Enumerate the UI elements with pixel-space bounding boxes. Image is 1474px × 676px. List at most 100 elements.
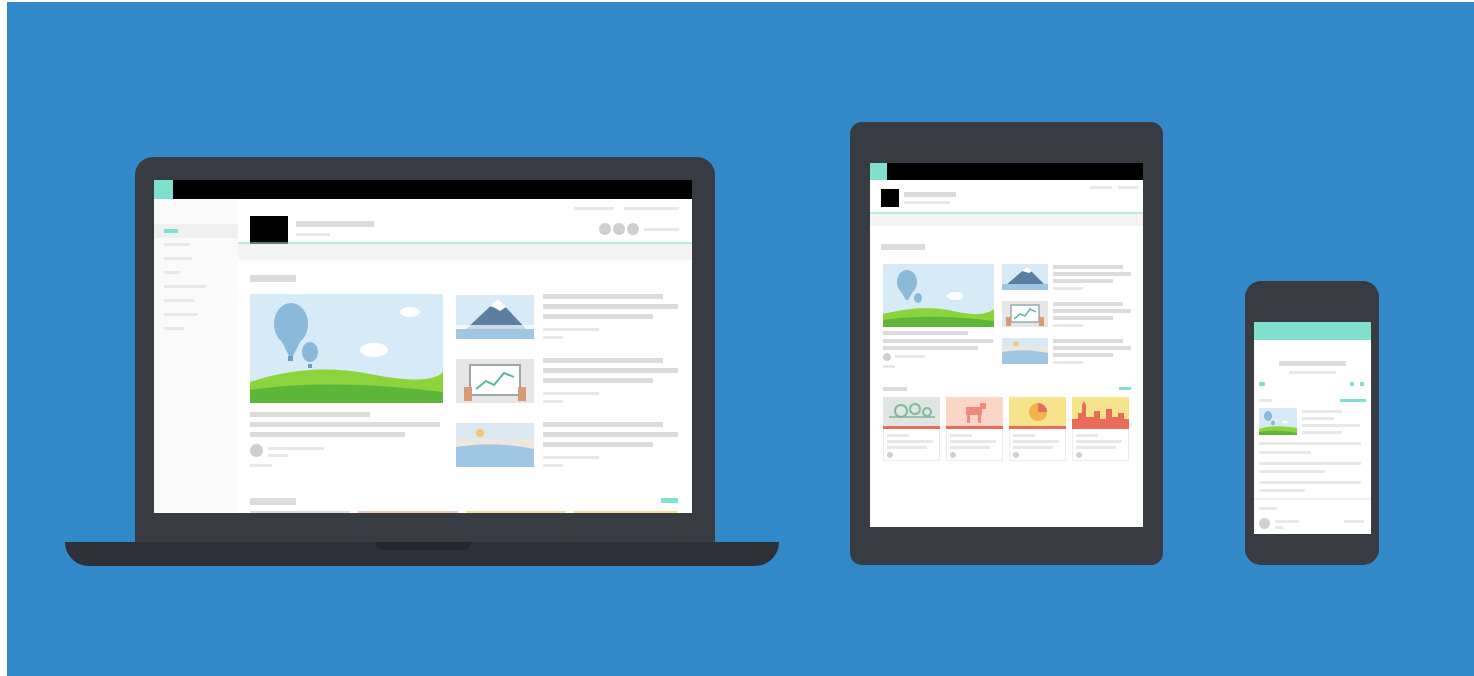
placeholder-line xyxy=(1013,446,1053,449)
pie-chart-icon xyxy=(1009,397,1066,429)
tablet-topbar xyxy=(870,163,1143,180)
placeholder-line xyxy=(1053,316,1113,320)
tablet-see-all xyxy=(1119,387,1131,390)
card-strip xyxy=(250,511,350,513)
beach-icon xyxy=(1002,338,1048,364)
placeholder-line xyxy=(1013,440,1059,443)
balloon-landscape-icon xyxy=(1259,408,1297,435)
placeholder-line xyxy=(250,422,440,427)
chart-screen-icon xyxy=(1002,301,1048,327)
placeholder-line xyxy=(1053,302,1123,306)
placeholder-line xyxy=(1053,346,1131,350)
tablet-header-band xyxy=(870,214,1143,226)
placeholder-line xyxy=(1053,339,1123,343)
placeholder-line xyxy=(1053,309,1131,313)
placeholder-line xyxy=(950,434,972,437)
card-strip xyxy=(466,511,566,513)
placeholder-line xyxy=(543,378,653,383)
phone-screen xyxy=(1254,322,1371,534)
placeholder-line xyxy=(1076,440,1122,443)
laptop-header-band xyxy=(238,244,692,260)
balloon-landscape-icon xyxy=(250,294,443,403)
placeholder-line xyxy=(644,228,679,231)
placeholder-line xyxy=(1344,520,1364,523)
tablet-site-title xyxy=(904,192,956,197)
phone-section-title xyxy=(1259,399,1272,402)
placeholder-line xyxy=(1259,462,1361,465)
laptop-app-logo xyxy=(154,180,173,199)
laptop-author-avatar xyxy=(250,444,263,457)
laptop-nav-item xyxy=(164,285,206,288)
laptop-sidebar xyxy=(154,199,238,513)
placeholder-line xyxy=(1302,417,1334,420)
phone-site-subtitle xyxy=(1289,371,1336,374)
tablet-author-avatar xyxy=(883,353,891,361)
gears-icon xyxy=(883,397,940,429)
placeholder-line xyxy=(895,355,925,358)
laptop-nav-item-active xyxy=(164,229,178,233)
placeholder-line xyxy=(1118,186,1138,189)
placeholder-line xyxy=(250,412,370,417)
placeholder-line xyxy=(543,314,653,319)
placeholder-line xyxy=(1302,424,1360,427)
placeholder-line xyxy=(1259,489,1305,492)
placeholder-line xyxy=(1013,434,1035,437)
laptop-topbar xyxy=(154,180,692,199)
laptop-nav-item xyxy=(164,271,180,274)
laptop-nav-item xyxy=(164,299,194,302)
card-strip xyxy=(574,511,678,513)
card-avatar xyxy=(887,452,893,458)
placeholder-line xyxy=(543,336,563,339)
placeholder-line xyxy=(950,446,990,449)
placeholder-line xyxy=(883,365,895,368)
placeholder-line xyxy=(250,464,272,467)
placeholder-line xyxy=(1053,361,1083,364)
placeholder-line xyxy=(883,331,968,335)
balloon-landscape-icon xyxy=(883,264,994,327)
laptop-screen xyxy=(154,180,692,513)
placeholder-line xyxy=(1053,287,1083,290)
laptop-avatar-icon xyxy=(599,223,611,235)
placeholder-line xyxy=(268,447,324,450)
placeholder-line xyxy=(1053,353,1113,357)
laptop-nav-item xyxy=(164,327,184,330)
tablet-section-title xyxy=(883,387,907,391)
placeholder-line xyxy=(1259,451,1311,454)
tablet-site-subtitle xyxy=(904,201,950,204)
laptop-nav-item xyxy=(164,313,198,316)
placeholder-line xyxy=(543,392,599,395)
placeholder-line xyxy=(624,207,679,210)
tablet-screen xyxy=(870,163,1143,527)
phone-menu-icon xyxy=(1259,382,1265,386)
phone-site-title xyxy=(1279,361,1346,366)
city-skyline-icon xyxy=(1072,397,1129,429)
placeholder-line xyxy=(543,442,653,447)
placeholder-line xyxy=(1259,481,1361,484)
card-strip xyxy=(358,511,458,513)
beach-icon xyxy=(456,423,534,467)
placeholder-line xyxy=(1302,410,1342,413)
laptop-section-title xyxy=(250,275,296,282)
placeholder-line xyxy=(1090,186,1112,189)
tablet-site-logo xyxy=(881,189,899,207)
placeholder-line xyxy=(1053,279,1113,283)
card-avatar xyxy=(1076,452,1082,458)
phone-search-icon xyxy=(1360,382,1364,386)
robot-dog-icon xyxy=(946,397,1003,429)
placeholder-line xyxy=(883,339,993,343)
laptop-site-title xyxy=(296,221,374,227)
placeholder-line xyxy=(574,207,614,210)
laptop-site-subtitle xyxy=(296,233,330,236)
placeholder-line xyxy=(1275,520,1299,523)
mountain-icon xyxy=(456,295,534,339)
placeholder-line xyxy=(1053,265,1123,269)
mountain-icon xyxy=(1002,264,1048,290)
chart-screen-icon xyxy=(456,359,534,403)
placeholder-line xyxy=(1076,446,1116,449)
tablet-section-title xyxy=(881,244,925,250)
placeholder-line xyxy=(268,454,288,457)
card-avatar xyxy=(950,452,956,458)
placeholder-line xyxy=(543,456,599,459)
placeholder-line xyxy=(250,432,405,437)
phone-see-all xyxy=(1340,399,1366,402)
